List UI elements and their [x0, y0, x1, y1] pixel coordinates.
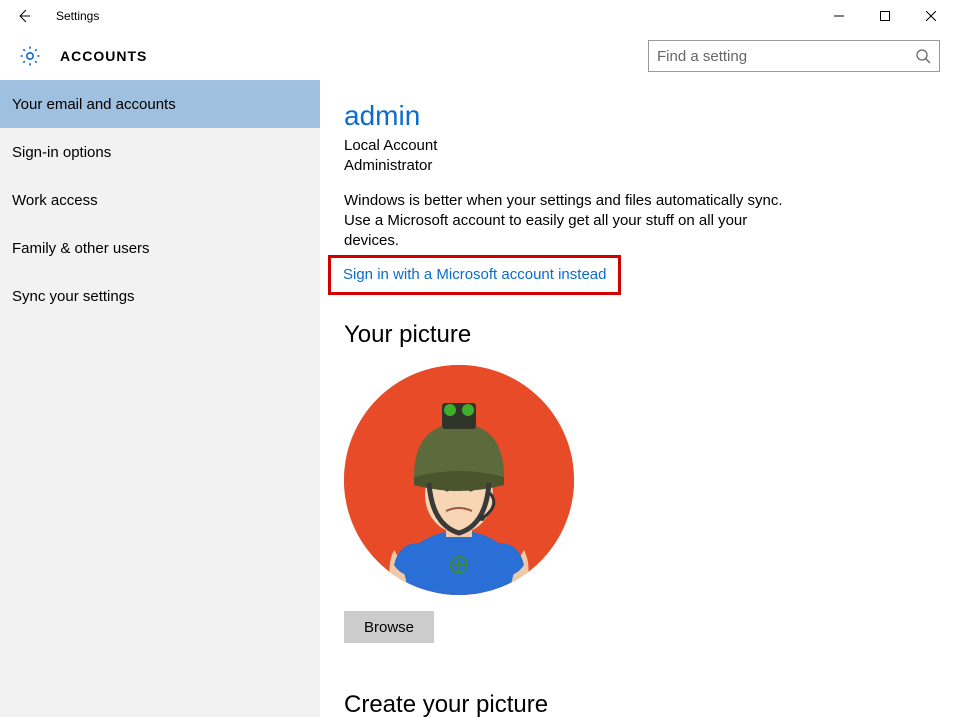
- sidebar-item-label: Sign-in options: [12, 144, 111, 161]
- window-controls: [816, 0, 954, 32]
- maximize-button[interactable]: [862, 0, 908, 32]
- back-button[interactable]: [0, 0, 48, 32]
- search-input[interactable]: [657, 48, 915, 65]
- account-type: Local Account: [344, 136, 954, 156]
- body: Your email and accounts Sign-in options …: [0, 80, 954, 717]
- sidebar-item-sync-settings[interactable]: Sync your settings: [0, 272, 320, 320]
- search-icon: [915, 48, 931, 64]
- user-block: admin Local Account Administrator Window…: [344, 100, 954, 295]
- maximize-icon: [880, 11, 890, 21]
- sync-description: Windows is better when your settings and…: [344, 191, 784, 252]
- minimize-button[interactable]: [816, 0, 862, 32]
- close-button[interactable]: [908, 0, 954, 32]
- signin-link-highlight: Sign in with a Microsoft account instead: [328, 255, 621, 295]
- sidebar-item-label: Sync your settings: [12, 288, 135, 305]
- minimize-icon: [834, 11, 844, 21]
- create-picture-heading: Create your picture: [344, 691, 954, 717]
- close-icon: [926, 11, 936, 21]
- browse-button[interactable]: Browse: [344, 611, 434, 643]
- sidebar-item-email-accounts[interactable]: Your email and accounts: [0, 80, 320, 128]
- sidebar-item-family-users[interactable]: Family & other users: [0, 224, 320, 272]
- account-role: Administrator: [344, 156, 954, 176]
- sidebar-item-label: Family & other users: [12, 240, 150, 257]
- sidebar-item-label: Your email and accounts: [12, 96, 176, 113]
- search-box[interactable]: [648, 40, 940, 72]
- content-area: admin Local Account Administrator Window…: [320, 80, 954, 717]
- sidebar-item-work-access[interactable]: Work access: [0, 176, 320, 224]
- username: admin: [344, 100, 954, 132]
- avatar: [344, 365, 574, 595]
- back-arrow-icon: [16, 8, 32, 24]
- sidebar-item-signin-options[interactable]: Sign-in options: [0, 128, 320, 176]
- settings-gear-icon: [12, 44, 48, 68]
- signin-microsoft-link[interactable]: Sign in with a Microsoft account instead: [343, 266, 606, 283]
- header: ACCOUNTS: [0, 32, 954, 80]
- your-picture-heading: Your picture: [344, 321, 954, 349]
- sidebar-item-label: Work access: [12, 192, 98, 209]
- titlebar: Settings: [0, 0, 954, 32]
- sidebar: Your email and accounts Sign-in options …: [0, 80, 320, 717]
- section-title: ACCOUNTS: [60, 48, 147, 64]
- window-title: Settings: [56, 9, 99, 23]
